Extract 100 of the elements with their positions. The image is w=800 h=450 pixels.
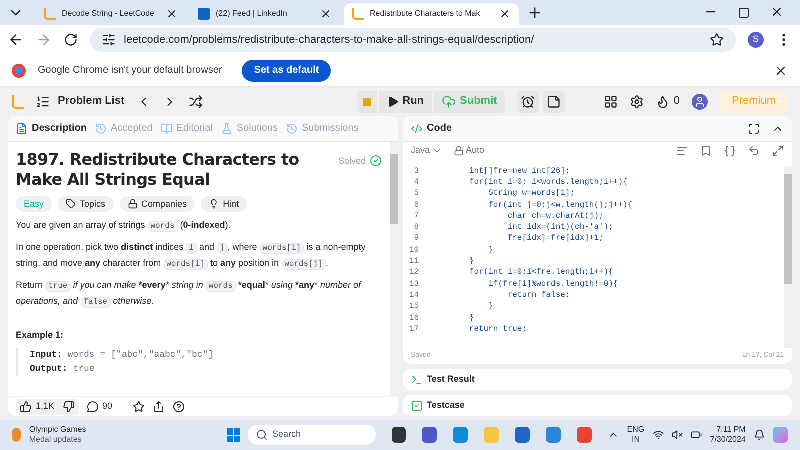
restore-icon[interactable]	[738, 7, 750, 19]
line-number: 8	[413, 222, 420, 234]
taskbar-app-icon[interactable]	[515, 427, 530, 443]
braces-icon[interactable]	[724, 145, 736, 157]
set-default-button[interactable]: Set as default	[242, 60, 332, 82]
user-icon	[694, 96, 706, 108]
tab-icon	[16, 122, 28, 134]
code-line: return true;	[468, 324, 528, 336]
example-heading: Example 1:	[16, 329, 65, 342]
line-number: 11	[408, 256, 420, 268]
forward-icon[interactable]	[36, 32, 52, 48]
bookmark-star-icon[interactable]	[710, 33, 724, 47]
browser-tab[interactable]: Decode String - LeetCode	[36, 3, 186, 25]
tab-title: Redistribute Characters to Mak	[370, 8, 482, 20]
clock-date[interactable]: 7/30/2024	[710, 435, 746, 445]
windows-start-icon[interactable]	[227, 428, 240, 442]
list-icon[interactable]	[36, 94, 50, 108]
like-button[interactable]: 1.1K	[16, 398, 79, 414]
shuffle-icon[interactable]	[188, 94, 203, 108]
problem-list-link[interactable]: Problem List	[58, 93, 125, 110]
example-line: Output: true	[30, 363, 96, 376]
collapsed-panel[interactable]: Testcase	[403, 395, 792, 416]
line-number: 7	[413, 210, 420, 223]
news-subtitle: Medal updates	[29, 435, 83, 445]
tab-icon	[286, 122, 298, 134]
tab-title: (22) Feed | LinkedIn	[216, 8, 288, 20]
close-icon[interactable]	[770, 5, 784, 19]
search-icon	[256, 429, 268, 441]
help-icon[interactable]	[172, 400, 185, 412]
scrollbar[interactable]	[784, 166, 792, 348]
streak-counter[interactable]: 0	[656, 93, 680, 110]
clock-time[interactable]: 7:11 PM	[716, 425, 746, 435]
language-select[interactable]: Java	[411, 144, 442, 158]
settings-icon[interactable]	[630, 94, 644, 108]
notes-button[interactable]	[543, 90, 566, 112]
browser-tab[interactable]: Redistribute Characters to Mak	[344, 3, 519, 25]
run-button[interactable]: Run	[378, 90, 432, 112]
line-number: 6	[413, 200, 420, 212]
site-settings-icon[interactable]	[102, 33, 116, 47]
panel-tab[interactable]: Description	[16, 121, 88, 136]
region-indicator[interactable]: IN	[632, 435, 640, 445]
favorite-star-icon[interactable]	[132, 400, 145, 412]
code-line: if(fre[i]%words.length!=0){	[488, 278, 618, 291]
notifications-icon[interactable]	[754, 429, 766, 441]
share-icon[interactable]	[152, 400, 165, 412]
tab-title: Decode String - LeetCode	[62, 8, 156, 20]
code-line: int idx=(int)(ch-'a');	[506, 222, 614, 234]
timer-button[interactable]	[517, 90, 540, 112]
taskbar-app-icon[interactable]	[392, 427, 406, 443]
scrollbar[interactable]	[390, 142, 398, 396]
muted-speaker-icon[interactable]	[672, 429, 684, 441]
code-line: }	[488, 301, 494, 314]
bookmark-icon[interactable]	[700, 145, 712, 157]
code-line: for(int i=0; i<words.length;i++){	[468, 176, 628, 189]
browser-tab[interactable]: (22) Feed | LinkedIn	[190, 3, 340, 25]
line-number: 17	[408, 324, 420, 336]
line-number: 12	[408, 267, 420, 280]
code-line: }	[468, 312, 474, 325]
description-paragraph: In one operation, pick two distinct indices i and j , where words[i] is a non-empty string, and move any character from words[i] to any position in words[j] .	[16, 241, 367, 272]
line-number: 3	[413, 166, 420, 178]
tag-button[interactable]: Hint	[201, 196, 248, 212]
tag-button[interactable]: Topics	[58, 196, 114, 212]
collapsed-panel[interactable]: Test Result	[403, 369, 792, 390]
play-icon	[386, 96, 399, 108]
code-line: return false;	[506, 290, 570, 302]
like-count: 1.1K	[36, 400, 55, 413]
tab-icon	[95, 122, 108, 134]
taskbar-search-field[interactable]: Search	[248, 425, 376, 445]
layout-icon[interactable]	[604, 94, 618, 108]
code-line: }	[488, 244, 494, 257]
thumbs-down-icon[interactable]	[62, 400, 75, 412]
close-icon[interactable]	[320, 8, 332, 20]
comments-button[interactable]: 90	[86, 400, 113, 414]
tag-button[interactable]: Companies	[120, 196, 196, 212]
code-line: fre[idx]=fre[idx]+1;	[506, 233, 604, 246]
back-icon[interactable]	[8, 32, 24, 48]
news-title[interactable]: Olympic Games	[29, 425, 151, 435]
close-icon[interactable]	[499, 8, 511, 20]
user-avatar[interactable]	[692, 94, 708, 110]
reload-icon[interactable]	[64, 33, 78, 47]
code-line: String w=words[i];	[488, 188, 576, 200]
comment-icon	[86, 400, 99, 412]
url-text: leetcode.com/problems/redistribute-characters-to-make-all-strings-equal/description/	[124, 32, 536, 48]
battery-icon[interactable]	[691, 429, 702, 441]
taskbar-app-icon[interactable]	[422, 427, 438, 443]
fullscreen-icon[interactable]	[748, 122, 760, 134]
line-number: 10	[408, 244, 420, 257]
alarm-clock-icon	[521, 94, 536, 108]
profile-avatar[interactable]: S	[748, 32, 764, 48]
check-circle-icon	[370, 155, 382, 167]
terminal-icon	[411, 374, 423, 386]
code-line: for(int j=0;j<w.length();j++){	[488, 200, 633, 212]
reset-icon[interactable]	[748, 145, 760, 157]
expand-icon[interactable]	[772, 145, 784, 157]
new-tab-icon[interactable]	[527, 5, 543, 21]
close-icon[interactable]	[166, 8, 178, 20]
address-bar[interactable]: leetcode.com/problems/redistribute-characters-to-make-all-strings-equal/description/	[90, 28, 736, 52]
format-icon[interactable]	[676, 145, 688, 157]
language-indicator[interactable]: ENG	[627, 425, 645, 435]
auto-mode-label: Auto	[454, 144, 485, 158]
